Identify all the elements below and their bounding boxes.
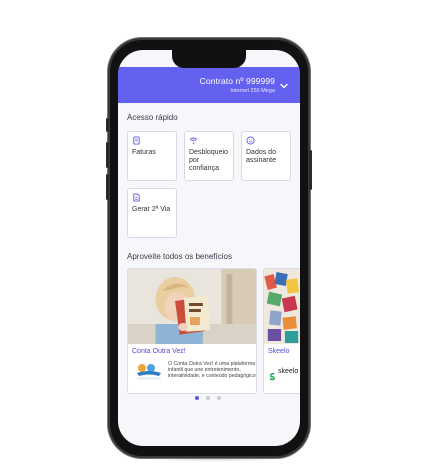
quick-access-desbloqueio[interactable]: Desbloqueio por confiança — [184, 131, 234, 181]
volume-up-button — [106, 142, 109, 168]
quick-access-title: Acesso rápido — [127, 113, 178, 122]
invoice-icon — [133, 136, 140, 145]
user-smile-icon — [246, 136, 255, 145]
benefit-description: O Conta Outra Vez! é uma plataforma infa… — [168, 361, 257, 380]
benefit-title: Skeelo — [268, 348, 290, 355]
quick-access-faturas[interactable]: Faturas — [127, 131, 177, 181]
pagination-dot[interactable] — [217, 396, 221, 400]
child-reading-photo — [128, 269, 256, 344]
quick-access-gerar-via[interactable]: Gerar 2ª Via — [127, 188, 177, 238]
wifi-unlock-icon — [189, 137, 198, 144]
chevron-down-icon[interactable] — [278, 80, 290, 92]
quick-access-label: Faturas — [132, 149, 156, 156]
skeelo-logo-icon — [268, 368, 277, 381]
skeelo-logo-text: skeelo — [278, 368, 299, 375]
benefit-card-skeelo[interactable]: Skeelo skeelo — [263, 268, 300, 394]
benefit-card-conta-outra-vez[interactable]: Conta Outra Vez! O Conta Outra Vez! é um… — [127, 268, 257, 394]
benefit-title: Conta Outra Vez! — [132, 348, 186, 355]
benefits-title: Aproveite todos os benefícios — [127, 252, 232, 261]
app-screen: Contrato nº 999999 Internet 250 Mega Ace… — [118, 50, 300, 446]
pagination-dot[interactable] — [206, 396, 210, 400]
quick-access-label: Gerar 2ª Via — [132, 206, 171, 213]
pagination-dot-active[interactable] — [195, 396, 199, 400]
document-icon — [133, 193, 140, 202]
quick-access-label: Dados do assinante — [246, 149, 276, 164]
power-button — [309, 150, 312, 190]
quick-access-label: Desbloqueio por confiança — [189, 149, 228, 172]
mute-switch — [106, 118, 109, 132]
books-photo — [264, 269, 300, 344]
conta-outra-vez-logo — [137, 364, 161, 380]
phone-notch — [172, 50, 246, 68]
contract-number: Contrato nº 999999 — [199, 76, 275, 86]
volume-down-button — [106, 174, 109, 200]
quick-access-dados[interactable]: Dados do assinante — [241, 131, 291, 181]
plan-name: Internet 250 Mega — [230, 88, 275, 94]
contract-header[interactable]: Contrato nº 999999 Internet 250 Mega — [118, 67, 300, 103]
